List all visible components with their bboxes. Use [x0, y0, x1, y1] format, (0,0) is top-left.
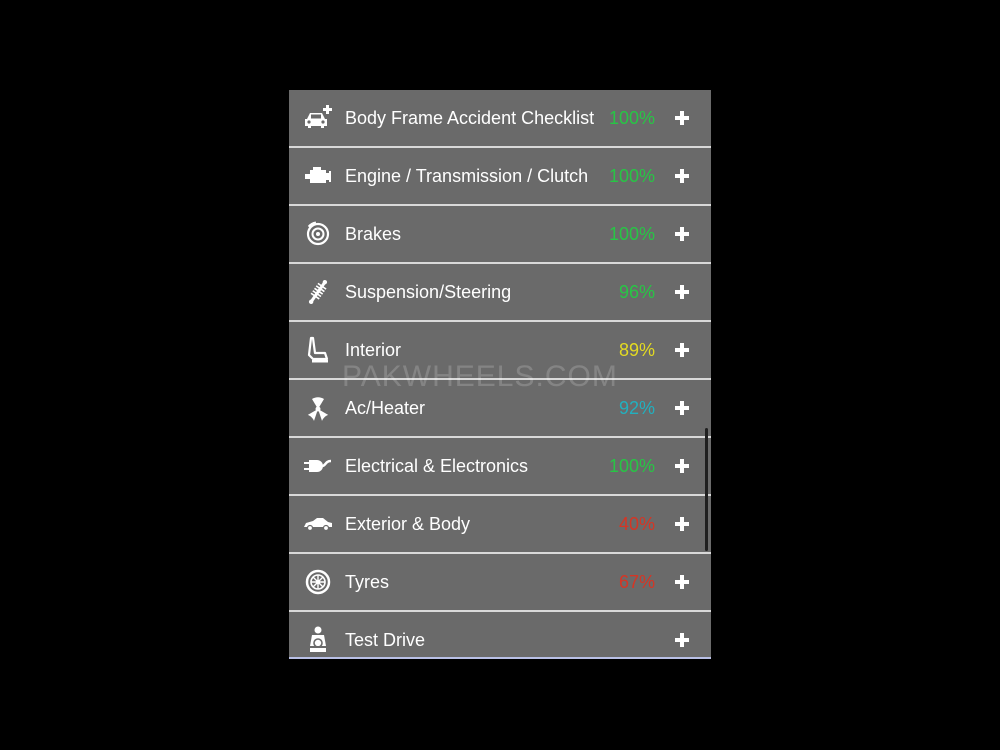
checklist-percent: 92% [618, 398, 655, 418]
checklist-label: Ac/Heater [345, 398, 426, 418]
expand-plus-icon[interactable] [675, 227, 689, 241]
checklist-label: Engine / Transmission / Clutch [345, 166, 589, 186]
checklist-label: Interior [345, 340, 402, 360]
checklist-row-electrical[interactable]: Electrical & Electronics 100% [289, 438, 711, 496]
plug-icon [303, 448, 333, 484]
checklist-row-engine[interactable]: Engine / Transmission / Clutch 100% [289, 148, 711, 206]
checklist-label: Tyres [345, 572, 390, 592]
checklist-percent: 100% [608, 166, 655, 186]
checklist-percent: 67% [618, 572, 655, 592]
expand-plus-icon[interactable] [675, 517, 689, 531]
checklist-row-tyres[interactable]: Tyres 67% [289, 554, 711, 612]
checklist-label: Test Drive [345, 630, 426, 650]
checklist-row-ac-heater[interactable]: Ac/Heater 92% [289, 380, 711, 438]
checklist-row-exterior[interactable]: Exterior & Body 40% [289, 496, 711, 554]
car-plus-icon [303, 100, 333, 136]
expand-plus-icon[interactable] [675, 401, 689, 415]
checklist-row-body-frame[interactable]: Body Frame Accident Checklist 100% [289, 90, 711, 148]
shock-absorber-icon [303, 274, 333, 310]
checklist-label: Brakes [345, 224, 402, 244]
checklist-percent: 100% [608, 108, 655, 128]
expand-plus-icon[interactable] [675, 285, 689, 299]
checklist-row-suspension[interactable]: Suspension/Steering 96% [289, 264, 711, 322]
checklist-percent: 96% [618, 282, 655, 302]
inspection-checklist-panel: Body Frame Accident Checklist 100% Engin… [289, 90, 711, 659]
expand-plus-icon[interactable] [675, 459, 689, 473]
expand-plus-icon[interactable] [675, 111, 689, 125]
checklist-label: Body Frame Accident Checklist [345, 108, 595, 128]
brake-disc-icon [303, 216, 333, 252]
expand-plus-icon[interactable] [675, 343, 689, 357]
car-seat-icon [303, 332, 333, 368]
car-side-icon [303, 506, 333, 542]
expand-plus-icon[interactable] [675, 575, 689, 589]
driver-icon [303, 622, 333, 657]
tyre-icon [303, 564, 333, 600]
checklist-label: Electrical & Electronics [345, 456, 529, 476]
checklist-percent: 40% [618, 514, 655, 534]
expand-plus-icon[interactable] [675, 169, 689, 183]
checklist-row-test-drive[interactable]: Test Drive [289, 612, 711, 657]
checklist-row-brakes[interactable]: Brakes 100% [289, 206, 711, 264]
scrollbar[interactable] [705, 428, 708, 551]
checklist-label: Exterior & Body [345, 514, 471, 534]
expand-plus-icon[interactable] [675, 633, 689, 647]
checklist-row-interior[interactable]: Interior 89% [289, 322, 711, 380]
checklist-percent: 100% [608, 224, 655, 244]
checklist-percent: 100% [608, 456, 655, 476]
checklist-label: Suspension/Steering [345, 282, 512, 302]
checklist-percent: 89% [618, 340, 655, 360]
engine-icon [303, 158, 333, 194]
fan-icon [303, 390, 333, 426]
